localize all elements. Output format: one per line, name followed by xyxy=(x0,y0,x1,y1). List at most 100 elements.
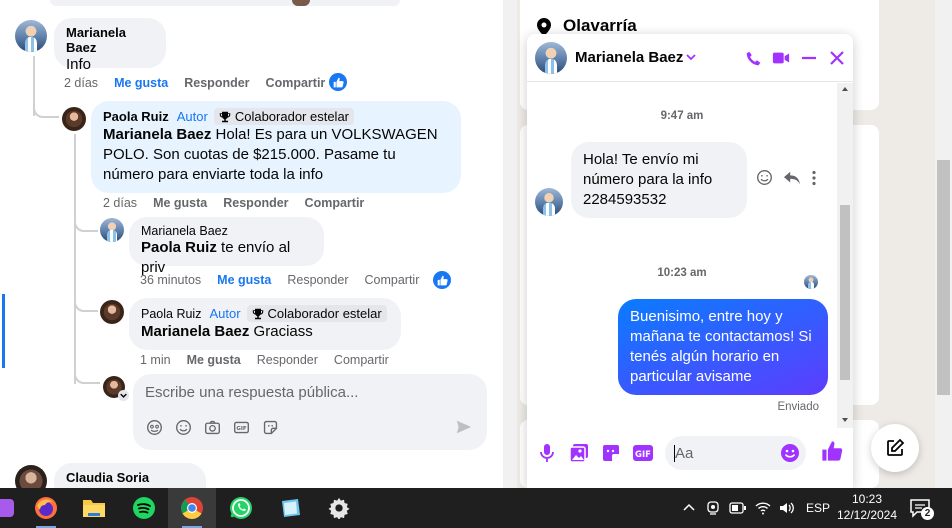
reply-composer[interactable]: Escribe una respuesta pública... GIF xyxy=(133,374,487,450)
battery-icon[interactable] xyxy=(729,501,747,515)
outgoing-message[interactable]: Buenisimo, entre hoy y mañana te contact… xyxy=(618,299,828,395)
gif-icon[interactable]: GIF xyxy=(232,418,251,437)
mention[interactable]: Marianela Baez xyxy=(103,126,211,143)
video-call-button[interactable] xyxy=(770,47,792,69)
camera-icon[interactable] xyxy=(203,418,222,437)
avatar[interactable] xyxy=(15,20,47,52)
mention[interactable]: Marianela Baez xyxy=(141,323,249,340)
scroll-up-arrow[interactable] xyxy=(842,87,848,91)
reply-arrow-icon[interactable] xyxy=(783,170,801,186)
location-label[interactable]: Olavarría xyxy=(563,16,637,36)
send-icon[interactable] xyxy=(455,418,473,441)
reply-input[interactable]: Escribe una respuesta pública... xyxy=(145,384,358,401)
settings-icon[interactable] xyxy=(315,488,363,528)
whatsapp-icon[interactable] xyxy=(217,488,265,528)
top-contributor-badge: Colaborador estelar xyxy=(246,305,387,322)
like-button[interactable]: Me gusta xyxy=(114,76,168,90)
like-button[interactable]: Me gusta xyxy=(187,353,241,367)
chat-header[interactable]: Marianela Baez xyxy=(527,34,853,82)
incoming-message[interactable]: Hola! Te envío mi número para la info 22… xyxy=(571,142,747,218)
firefox-icon[interactable] xyxy=(22,488,70,528)
comment-bubble: Paola Ruiz Autor Colaborador estelar Mar… xyxy=(91,101,461,193)
contact-avatar[interactable] xyxy=(535,42,567,74)
emoji-icon[interactable] xyxy=(780,443,800,463)
chrome-icon[interactable] xyxy=(168,488,216,528)
comment-time[interactable]: 36 minutos xyxy=(140,273,201,287)
microphone-icon[interactable] xyxy=(536,442,558,464)
phone-icon xyxy=(746,51,760,65)
comment-author[interactable]: Paola Ruiz xyxy=(103,109,169,124)
comment-time[interactable]: 2 días xyxy=(64,76,98,90)
message-input[interactable]: Aa xyxy=(665,436,806,470)
language-indicator[interactable]: ESP xyxy=(806,488,830,528)
comment-actions: 2 días Me gusta Responder Compartir xyxy=(64,76,325,90)
like-reaction-icon[interactable] xyxy=(433,271,451,289)
new-message-button[interactable] xyxy=(871,424,919,472)
photo-icon[interactable] xyxy=(568,442,590,464)
comment-author[interactable]: Marianela Baez xyxy=(66,25,154,55)
message-timestamp: 9:47 am xyxy=(660,110,704,122)
like-button[interactable]: Me gusta xyxy=(153,196,207,210)
avatar[interactable] xyxy=(100,218,124,242)
chat-scrollbar[interactable] xyxy=(837,83,853,428)
file-explorer-icon[interactable] xyxy=(70,488,118,528)
spotify-icon[interactable] xyxy=(120,488,168,528)
account-switch-chevron-icon[interactable] xyxy=(118,390,129,401)
notification-count: 2 xyxy=(921,507,934,520)
reply-button[interactable]: Responder xyxy=(184,76,249,90)
volume-icon[interactable] xyxy=(779,501,795,515)
reply-button[interactable]: Responder xyxy=(287,273,348,287)
top-contributor-badge: Colaborador estelar xyxy=(213,108,355,125)
avatar-sticker-icon[interactable] xyxy=(145,418,164,437)
send-like-button[interactable] xyxy=(821,440,843,462)
mention[interactable]: Paola Ruiz xyxy=(141,239,217,256)
video-camera-icon xyxy=(772,52,790,64)
svg-text:GIF: GIF xyxy=(635,450,651,460)
close-chat-button[interactable] xyxy=(826,47,848,69)
more-options-icon[interactable] xyxy=(811,170,817,186)
avatar[interactable] xyxy=(62,107,86,131)
emoji-icon[interactable] xyxy=(174,418,193,437)
page-scrollbar[interactable] xyxy=(935,0,952,488)
comment-bubble: Paola Ruiz Autor Colaborador estelar Mar… xyxy=(129,298,401,350)
like-reaction-icon[interactable] xyxy=(329,73,347,91)
reply-button[interactable]: Responder xyxy=(257,353,318,367)
taskbar-clock[interactable]: 10:23 12/12/2024 xyxy=(832,491,902,523)
share-button[interactable]: Compartir xyxy=(334,353,389,367)
chevron-up-icon[interactable] xyxy=(682,501,696,515)
feed-scrollbar[interactable] xyxy=(503,0,517,488)
scroll-down-arrow[interactable] xyxy=(842,418,848,422)
previous-comment-edge xyxy=(50,0,400,6)
avatar[interactable] xyxy=(100,300,124,324)
comment-author[interactable]: Paola Ruiz xyxy=(141,307,201,321)
camera-privacy-icon[interactable] xyxy=(706,500,720,516)
comment-time[interactable]: 1 min xyxy=(140,353,171,367)
sticker-icon[interactable] xyxy=(600,442,622,464)
share-button[interactable]: Compartir xyxy=(365,273,420,287)
minimize-icon xyxy=(802,56,816,60)
notes-icon[interactable] xyxy=(266,488,314,528)
scrollbar-thumb[interactable] xyxy=(937,160,950,395)
share-button[interactable]: Compartir xyxy=(305,196,365,210)
wifi-icon[interactable] xyxy=(755,501,771,515)
avatar[interactable] xyxy=(15,465,47,488)
notification-center-button[interactable]: 2 xyxy=(910,498,934,523)
sticker-icon[interactable] xyxy=(261,418,280,437)
comment-author[interactable]: Marianela Baez xyxy=(141,224,312,238)
share-button[interactable]: Compartir xyxy=(266,76,326,90)
contact-avatar[interactable] xyxy=(535,188,563,216)
reply-button[interactable]: Responder xyxy=(223,196,288,210)
comment-author[interactable]: Claudia Soria xyxy=(66,470,194,485)
contact-name[interactable]: Marianela Baez xyxy=(575,49,683,66)
minimize-button[interactable] xyxy=(798,47,820,69)
voice-call-button[interactable] xyxy=(742,47,764,69)
comment-bubble: Marianela Baez Info xyxy=(54,18,166,73)
like-button[interactable]: Me gusta xyxy=(217,273,271,287)
react-emoji-icon[interactable] xyxy=(756,169,773,186)
comment-time[interactable]: 2 días xyxy=(103,196,137,210)
comment-actions: 1 min Me gusta Responder Compartir xyxy=(140,353,389,367)
scrollbar-thumb[interactable] xyxy=(840,205,850,380)
active-comment-marker xyxy=(2,294,5,368)
chevron-down-icon[interactable] xyxy=(685,51,697,63)
gif-icon[interactable]: GIF xyxy=(632,442,654,464)
